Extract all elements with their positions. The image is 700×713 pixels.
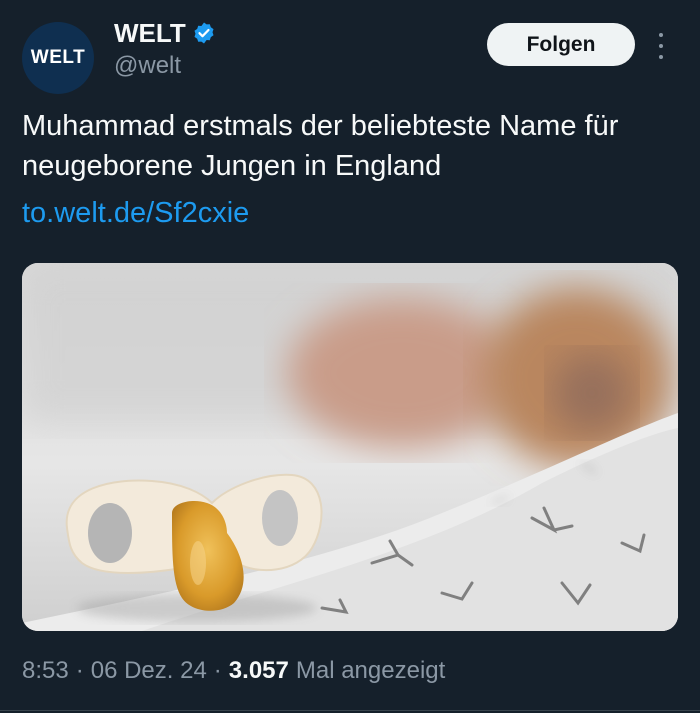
name-row: WELT — [114, 18, 216, 48]
follow-button[interactable]: Folgen — [487, 23, 635, 66]
views-count: 3.057 — [228, 657, 289, 684]
tweet-link[interactable]: to.welt.de/Sf2cxie — [22, 193, 249, 233]
more-dot — [659, 44, 663, 48]
tweet-time[interactable]: 8:53 — [22, 657, 69, 685]
tweet-date[interactable]: 06 Dez. 24 — [91, 657, 207, 685]
avatar-logo-text: WELT — [30, 47, 86, 68]
author-handle[interactable]: @welt — [114, 52, 216, 80]
tweet-media-image[interactable] — [22, 263, 678, 631]
more-dot — [659, 33, 663, 37]
more-vertical-icon[interactable] — [654, 33, 668, 59]
avatar[interactable]: WELT — [22, 22, 94, 94]
views-label: Mal angezeigt — [295, 657, 446, 684]
verified-badge-icon — [192, 21, 216, 45]
meta-separator: · — [213, 657, 222, 684]
tweet-text: Muhammad erstmals der beliebteste Name f… — [22, 110, 619, 182]
author-info: WELT @welt — [114, 18, 216, 80]
tweet: WELT WELT @welt Folgen Muhammad erstmals… — [0, 0, 700, 713]
photo-icon — [22, 263, 678, 631]
meta-separator: · — [75, 657, 84, 684]
author-name[interactable]: WELT — [114, 18, 186, 48]
tweet-meta: 8:53 · 06 Dez. 24 · 3.057 Mal angezeigt — [22, 657, 445, 685]
more-dot — [659, 55, 663, 59]
divider — [0, 710, 700, 711]
